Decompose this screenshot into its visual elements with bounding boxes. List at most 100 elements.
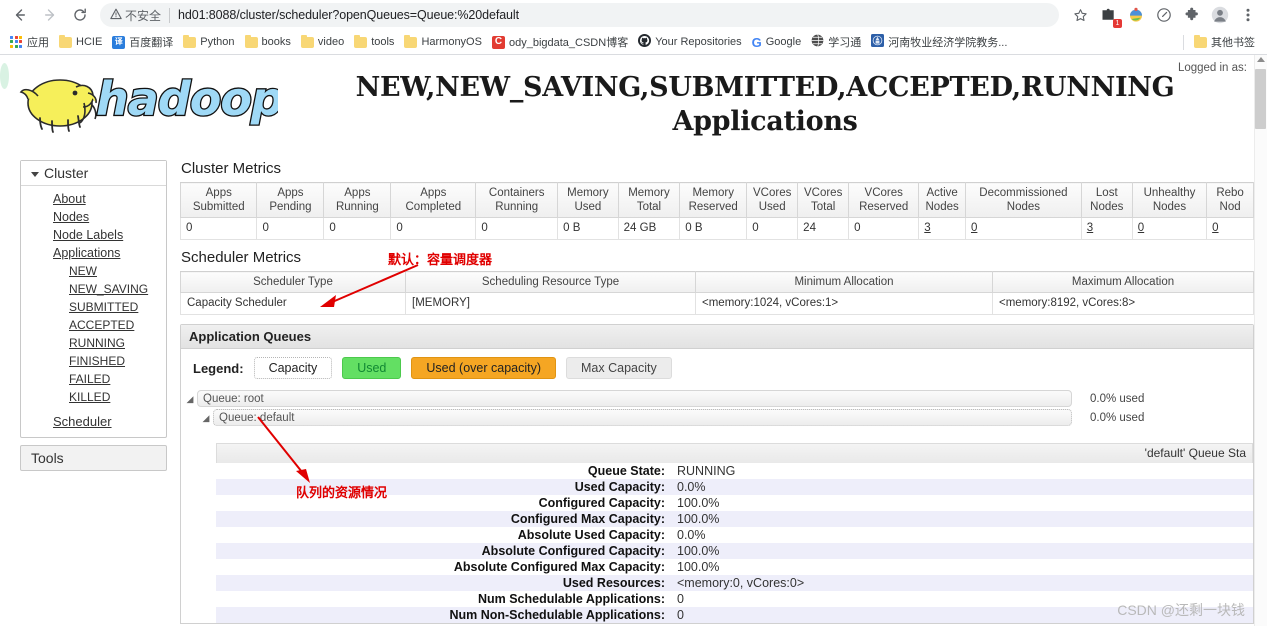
col-memory-total[interactable]: Memory Total	[617, 182, 681, 218]
back-arrow-icon[interactable]	[6, 2, 34, 28]
chevron-down-icon	[31, 171, 39, 177]
value-configured-capacity: 100.0%	[677, 496, 720, 510]
col-apps-pending[interactable]: Apps Pending	[256, 182, 325, 218]
queue-row-root[interactable]: ◢ Queue: root 0.0% used	[181, 389, 1253, 408]
bookmark-hcie[interactable]: HCIE	[55, 34, 108, 50]
bookmark-baidu-translate[interactable]: 译 百度翻译	[108, 32, 179, 52]
extensions-puzzle-icon[interactable]	[1179, 2, 1205, 28]
page-scrollbar[interactable]	[1254, 55, 1267, 626]
cell-unhealthy-nodes[interactable]: 0	[1131, 217, 1208, 240]
logged-in-as-label: Logged in as:	[1177, 62, 1247, 74]
sidebar-item-accepted[interactable]: ACCEPTED	[21, 316, 166, 334]
bookmark-books[interactable]: books	[241, 34, 297, 50]
sidebar-item-label[interactable]: NEW	[69, 263, 97, 279]
bookmark-xuexitong[interactable]: 学习通	[807, 32, 867, 52]
sidebar-item-label[interactable]: Applications	[53, 245, 120, 261]
colorful-extension-icon[interactable]	[1123, 2, 1149, 28]
bookmark-video[interactable]: video	[297, 34, 350, 50]
sidebar-item-nodes[interactable]: Nodes	[21, 208, 166, 226]
col-memory-used[interactable]: Memory Used	[557, 182, 619, 218]
bookmark-label: ody_bigdata_CSDN博客	[508, 37, 629, 49]
table-row: Absolute Configured Max Capacity: 100.0%	[216, 559, 1253, 575]
cluster-metrics-table: Apps Submitted Apps Pending Apps Running…	[179, 182, 1254, 240]
queue-row-default[interactable]: ◢ Queue: default 0.0% used	[181, 408, 1253, 427]
cell-active-nodes[interactable]: 3	[918, 217, 966, 240]
sidebar-item-failed[interactable]: FAILED	[21, 370, 166, 388]
col-apps-running[interactable]: Apps Running	[323, 182, 392, 218]
sidebar-item-label[interactable]: About	[53, 191, 86, 207]
sidebar-item-label[interactable]: FINISHED	[69, 353, 125, 369]
cell-rebooted-nodes[interactable]: 0	[1206, 217, 1254, 240]
address-bar[interactable]: 不安全 hd01:8088/cluster/scheduler?openQueu…	[100, 3, 1059, 27]
collapse-triangle-icon[interactable]: ◢	[183, 394, 197, 404]
scroll-up-arrow-icon[interactable]	[1257, 57, 1265, 62]
profile-avatar-icon[interactable]	[1207, 2, 1233, 28]
sidebar-item-label[interactable]: SUBMITTED	[69, 299, 138, 315]
collapse-triangle-icon[interactable]: ◢	[199, 413, 213, 423]
bookmark-python[interactable]: Python	[179, 34, 240, 50]
sidebar-item-finished[interactable]: FINISHED	[21, 352, 166, 370]
col-apps-completed[interactable]: Apps Completed	[390, 182, 477, 218]
bookmark-tools[interactable]: tools	[350, 34, 400, 50]
legend-label: Legend:	[193, 360, 244, 376]
queue-used-percent: 0.0% used	[1090, 411, 1145, 424]
bookmark-apps[interactable]: 应用	[6, 32, 55, 52]
bookmark-other-bookmarks[interactable]: 其他书签	[1190, 32, 1261, 52]
cell-decommissioned-nodes[interactable]: 0	[965, 217, 1082, 240]
cluster-nav-list: About Nodes Node Labels Applications NEW…	[21, 186, 166, 437]
cell-lost-nodes[interactable]: 3	[1080, 217, 1133, 240]
table-header-row: Apps Submitted Apps Pending Apps Running…	[179, 182, 1254, 218]
col-vcores-reserved[interactable]: VCores Reserved	[848, 182, 920, 218]
three-dot-menu-icon[interactable]	[1235, 2, 1261, 28]
sidebar-item-label[interactable]: RUNNING	[69, 335, 125, 351]
sidebar-item-scheduler[interactable]: Scheduler	[21, 413, 166, 431]
annotation-default-capacity-scheduler: 默认：容量调度器	[388, 253, 493, 268]
sidebar-item-about[interactable]: About	[21, 190, 166, 208]
col-unhealthy-nodes[interactable]: Unhealthy Nodes	[1131, 182, 1208, 218]
sidebar-item-submitted[interactable]: SUBMITTED	[21, 298, 166, 316]
col-vcores-total[interactable]: VCores Total	[797, 182, 850, 218]
bookmark-label: 百度翻译	[129, 37, 174, 49]
col-decommissioned-nodes[interactable]: Decommissioned Nodes	[965, 182, 1082, 218]
sidebar-item-label[interactable]: Scheduler	[53, 414, 112, 430]
sidebar-item-new[interactable]: NEW	[21, 262, 166, 280]
hadoop-elephant-logo[interactable]: hadoop	[18, 63, 278, 137]
bookmark-star-icon[interactable]	[1067, 2, 1093, 28]
col-rebooted-nodes[interactable]: Rebo Nod	[1206, 182, 1254, 218]
scrollbar-thumb[interactable]	[1255, 69, 1266, 129]
queue-capacity-bar[interactable]: Queue: root	[197, 390, 1072, 407]
bookmark-your-repositories[interactable]: Your Repositories	[634, 32, 747, 52]
sidebar-item-applications[interactable]: Applications	[21, 244, 166, 262]
table-row: Configured Max Capacity: 100.0%	[216, 511, 1253, 527]
col-vcores-used[interactable]: VCores Used	[746, 182, 799, 218]
bookmark-harmonyos[interactable]: HarmonyOS	[400, 34, 488, 50]
col-lost-nodes[interactable]: Lost Nodes	[1080, 182, 1133, 218]
bookmark-school-jiaowu[interactable]: 河南牧业经济学院教务...	[867, 32, 1013, 52]
bookmark-csdn-blog[interactable]: C ody_bigdata_CSDN博客	[488, 32, 634, 52]
reload-icon[interactable]	[66, 2, 94, 28]
sidebar-item-label[interactable]: ACCEPTED	[69, 317, 134, 333]
sidebar-item-label[interactable]: NEW_SAVING	[69, 281, 148, 297]
sidebar-item-label[interactable]: FAILED	[69, 371, 110, 387]
sidebar-item-running[interactable]: RUNNING	[21, 334, 166, 352]
sidebar-item-label[interactable]: KILLED	[69, 389, 110, 405]
sidebar-section-cluster[interactable]: Cluster	[21, 161, 166, 186]
extension-puzzle-badge-icon[interactable]: 1	[1095, 2, 1122, 28]
col-memory-reserved[interactable]: Memory Reserved	[679, 182, 748, 218]
sidebar-item-label[interactable]: Node Labels	[53, 227, 123, 243]
sidebar-item-killed[interactable]: KILLED	[21, 388, 166, 406]
sidebar-section-tools[interactable]: Tools	[20, 445, 167, 471]
sidebar-item-new-saving[interactable]: NEW_SAVING	[21, 280, 166, 298]
bookmark-google[interactable]: G Google	[748, 34, 808, 51]
forward-arrow-icon[interactable]	[36, 2, 64, 28]
sidebar-item-label[interactable]: Nodes	[53, 209, 89, 225]
value-configured-max-capacity: 100.0%	[677, 512, 720, 526]
value-queue-state: RUNNING	[677, 464, 736, 478]
sidebar-item-node-labels[interactable]: Node Labels	[21, 226, 166, 244]
table-row: Num Schedulable Applications: 0	[216, 591, 1253, 607]
speedometer-icon[interactable]	[1151, 2, 1177, 28]
col-active-nodes[interactable]: Active Nodes	[918, 182, 966, 218]
col-containers-running[interactable]: Containers Running	[475, 182, 559, 218]
col-apps-submitted[interactable]: Apps Submitted	[179, 182, 258, 218]
queue-capacity-bar[interactable]: Queue: default	[213, 409, 1072, 426]
